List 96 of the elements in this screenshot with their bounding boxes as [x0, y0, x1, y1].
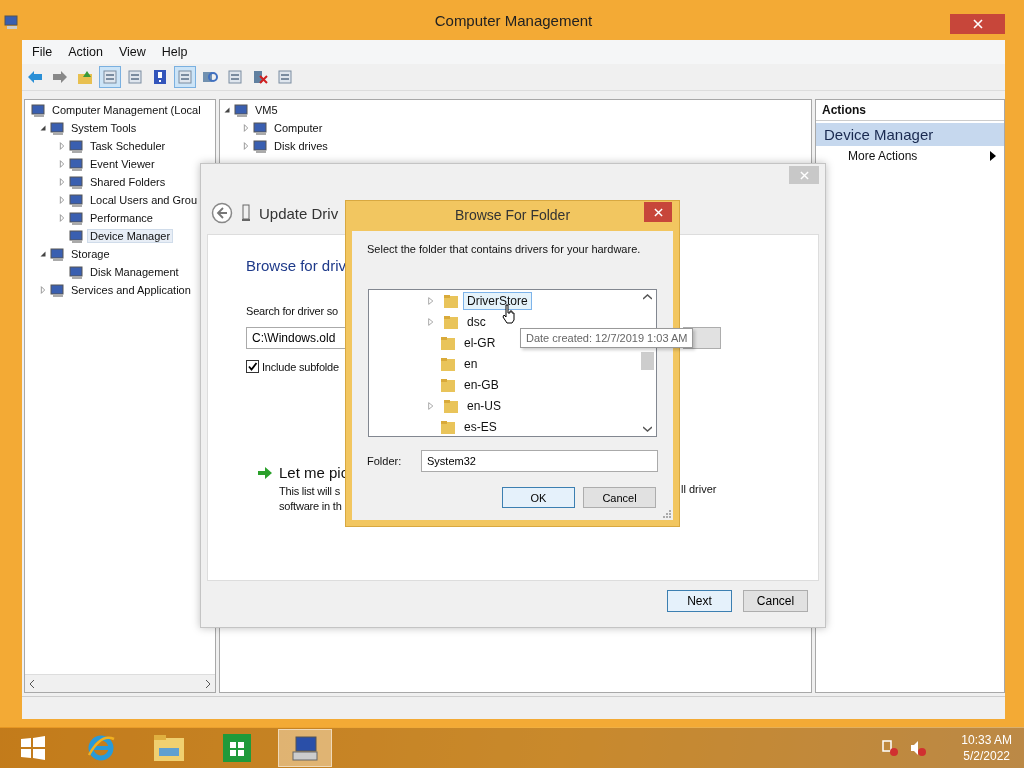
expand-arrow-icon[interactable] — [57, 140, 67, 152]
wizard-heading: Browse for driv — [246, 257, 347, 274]
folder-item[interactable]: el-GR — [460, 334, 500, 352]
folder-label: Folder: — [367, 455, 402, 467]
menu-item[interactable]: Help — [153, 45, 196, 59]
device-icon — [241, 204, 251, 222]
tree-item[interactable]: Storage — [68, 247, 113, 261]
back-icon[interactable] — [211, 202, 233, 224]
folder-icon — [440, 419, 456, 435]
tree-item[interactable]: Computer Management (Local — [49, 103, 204, 117]
scroll-down-icon[interactable] — [643, 426, 652, 432]
computer-icon — [69, 156, 85, 172]
folder-icon — [440, 377, 456, 393]
expand-arrow-icon[interactable] — [241, 122, 251, 134]
computer-icon — [69, 138, 85, 154]
tree-item[interactable]: Task Scheduler — [87, 139, 169, 153]
horizontal-scrollbar[interactable] — [25, 674, 215, 692]
pick-description: software in th — [279, 500, 342, 512]
checkbox[interactable] — [246, 360, 259, 373]
computer-icon — [69, 264, 85, 280]
dialog-title: Update Driv — [259, 204, 339, 222]
computer-icon — [50, 246, 66, 262]
computer-icon — [69, 210, 85, 226]
tree-item[interactable]: Services and Application — [68, 283, 194, 297]
computer-icon — [69, 192, 85, 208]
resize-grip-icon[interactable] — [662, 509, 671, 518]
folder-item[interactable]: en-US — [463, 397, 505, 415]
hand-cursor-icon — [502, 304, 516, 324]
computer-icon — [31, 102, 47, 118]
computer-icon — [50, 282, 66, 298]
scroll-left-icon[interactable] — [28, 679, 36, 688]
computer-icon — [69, 228, 85, 244]
close-icon — [972, 19, 983, 29]
folder-icon — [440, 356, 456, 372]
dialog-title: Browse For Folder — [454, 207, 571, 223]
tree-item[interactable]: Local Users and Grou — [87, 193, 200, 207]
actions-section[interactable]: Device Manager — [816, 123, 1004, 146]
cancel-button[interactable]: Cancel — [743, 590, 808, 612]
dialog-prompt: Select the folder that contains drivers for your hardware. — [367, 243, 641, 255]
tooltip: Date created: 12/7/2019 1:03 AM — [520, 328, 694, 348]
close-button[interactable] — [644, 202, 672, 222]
actions-header: Actions — [816, 100, 1004, 121]
tree-item[interactable]: Device Manager — [87, 229, 174, 243]
scroll-right-icon[interactable] — [204, 679, 212, 688]
window-title: Computer Management — [434, 11, 593, 29]
tree-item[interactable]: Disk Management — [87, 265, 182, 279]
folder-item[interactable]: es-ES — [460, 418, 501, 436]
search-label: Search for driver so — [246, 305, 338, 317]
folder-field[interactable]: System32 — [421, 450, 658, 472]
expand-arrow-icon[interactable] — [57, 212, 67, 224]
close-button[interactable] — [950, 14, 1005, 34]
computer-icon — [4, 14, 20, 30]
tree-item[interactable]: System Tools — [68, 121, 140, 135]
menu-item[interactable]: Action — [60, 45, 111, 59]
computer-icon[interactable] — [278, 729, 332, 767]
tree-item[interactable]: Shared Folders — [87, 175, 169, 189]
expand-arrow-icon[interactable] — [38, 284, 48, 296]
folder-icon — [443, 293, 459, 309]
tree-item[interactable]: Disk drives — [271, 139, 331, 153]
pick-description: ll driver — [681, 483, 717, 495]
folder-item[interactable]: en-GB — [460, 376, 503, 394]
close-icon — [653, 207, 663, 217]
arrow-icon[interactable] — [258, 467, 272, 479]
menu-item[interactable]: File — [24, 45, 61, 59]
tree-item[interactable]: Event Viewer — [87, 157, 158, 171]
computer-icon — [50, 120, 66, 136]
computer-icon — [69, 174, 85, 190]
network-error-icon[interactable] — [881, 739, 900, 757]
submenu-arrow-icon — [990, 151, 996, 161]
expand-arrow-icon[interactable] — [241, 140, 251, 152]
folder-item[interactable]: dsc — [463, 313, 490, 331]
folder-icon — [440, 335, 456, 351]
pick-description: This list will s — [279, 485, 340, 497]
computer-icon — [234, 102, 250, 118]
expand-arrow-icon[interactable] — [57, 176, 67, 188]
tree-item[interactable]: VM5 — [252, 103, 281, 117]
menu-item[interactable]: View — [110, 45, 154, 59]
action-item[interactable]: More Actions — [816, 146, 1004, 166]
tree-item[interactable]: Computer — [271, 121, 326, 135]
folder-icon — [443, 398, 459, 414]
scroll-up-icon[interactable] — [643, 294, 652, 300]
expand-arrow-icon[interactable] — [57, 194, 67, 206]
folder-icon — [443, 314, 459, 330]
computer-icon — [253, 120, 269, 136]
cancel-button[interactable]: Cancel — [583, 487, 656, 508]
ok-button[interactable]: OK — [502, 487, 575, 508]
expand-arrow-icon[interactable] — [57, 158, 67, 170]
checkbox-label: Include subfolde — [262, 360, 339, 373]
volume-muted-icon[interactable] — [909, 739, 928, 757]
folder-item[interactable]: DriverStore — [463, 292, 532, 310]
tree-item[interactable]: Performance — [87, 211, 156, 225]
next-button[interactable]: Next — [667, 590, 732, 612]
computer-icon — [253, 138, 269, 154]
close-icon — [799, 170, 809, 180]
folder-item[interactable]: en — [460, 355, 482, 373]
scroll-thumb[interactable] — [641, 352, 654, 370]
